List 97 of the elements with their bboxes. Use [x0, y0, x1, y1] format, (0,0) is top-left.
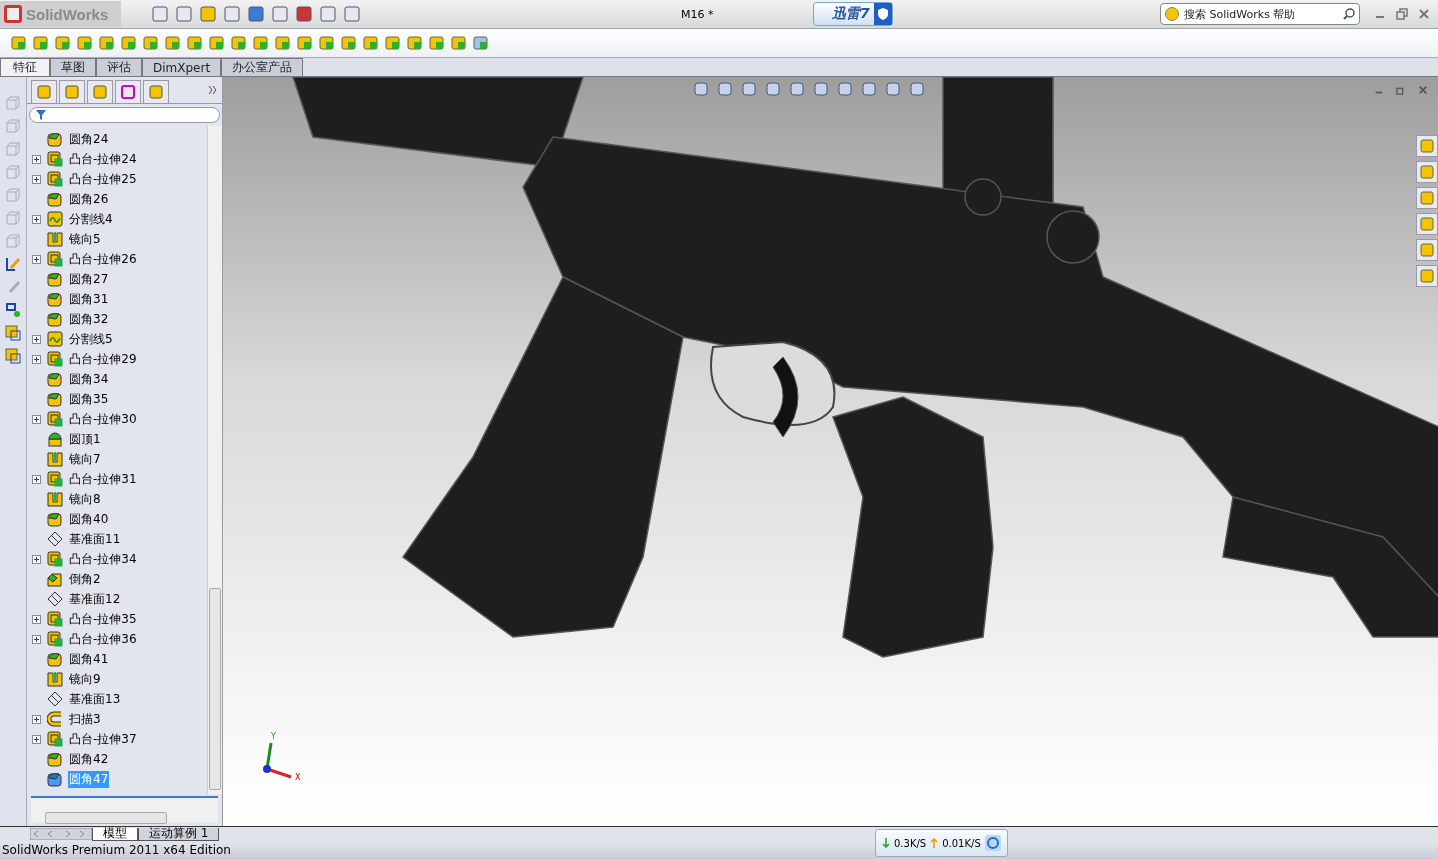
browser-icon[interactable]	[984, 835, 1001, 851]
tree-item[interactable]: 镜向7	[68, 450, 102, 468]
down-arrow-icon	[882, 838, 890, 848]
cube-icon[interactable]	[5, 95, 21, 111]
plane-icon	[47, 531, 63, 547]
plane-icon	[47, 591, 63, 607]
close-icon[interactable]	[1418, 8, 1430, 20]
tree-item[interactable]: 圆顶1	[68, 430, 102, 448]
expand-icon[interactable]	[32, 614, 41, 624]
tree-item[interactable]: 凸台-拉伸37	[68, 730, 138, 748]
plane-icon	[47, 691, 63, 707]
search-box[interactable]: 搜索 SolidWorks 帮助	[1160, 3, 1360, 25]
tab-navigation-icon[interactable]	[30, 828, 92, 840]
tree-item[interactable]: 圆角32	[68, 310, 110, 328]
app-name: SolidWorks	[26, 5, 109, 23]
expand-icon[interactable]	[32, 714, 41, 724]
expand-icon[interactable]	[32, 474, 41, 484]
filter-icon	[36, 110, 46, 120]
tree-item[interactable]: 圆角35	[68, 390, 110, 408]
panel-tab[interactable]	[115, 80, 141, 103]
tree-item[interactable]: 凸台-拉伸30	[68, 410, 138, 428]
tree-item[interactable]: 圆角34	[68, 370, 110, 388]
help-icon	[1165, 7, 1179, 21]
cube-icon[interactable]	[5, 141, 21, 157]
restore-icon[interactable]	[1396, 8, 1408, 20]
upload-speed: 0.01K/S	[942, 837, 981, 849]
document-title: M16 *	[681, 7, 715, 21]
expand-icon[interactable]	[32, 334, 41, 344]
tree-item[interactable]: 凸台-拉伸34	[68, 550, 138, 568]
chamfer-icon	[47, 571, 63, 587]
scrollbar[interactable]	[207, 126, 222, 794]
sketch-icon[interactable]	[5, 256, 21, 272]
expand-icon[interactable]	[32, 734, 41, 744]
tree-item[interactable]: 圆角27	[68, 270, 110, 288]
tree-item[interactable]: 圆角26	[68, 190, 110, 208]
expand-icon[interactable]	[32, 174, 41, 184]
cube-icon[interactable]	[5, 118, 21, 134]
expand-icon[interactable]	[32, 354, 41, 364]
cube-icon[interactable]	[5, 164, 21, 180]
status-text: SolidWorks Premium 2011 x64 Edition	[1, 843, 231, 857]
bottom-tab[interactable]: 运动算例 1	[138, 827, 220, 841]
close-icon[interactable]	[1418, 85, 1428, 95]
tree-item[interactable]: 凸台-拉伸35	[68, 610, 138, 628]
command-tab[interactable]: DimXpert	[142, 58, 222, 76]
panel-tab[interactable]	[31, 80, 57, 103]
command-tab[interactable]: 评估	[96, 58, 142, 76]
bottom-tab[interactable]: 模型	[92, 827, 138, 841]
panel-tab[interactable]	[143, 80, 169, 103]
tree-item[interactable]: 分割线5	[68, 330, 114, 348]
up-arrow-icon	[930, 838, 939, 848]
download-speed: 0.3K/S	[894, 837, 927, 849]
tree-item[interactable]: 圆角31	[68, 290, 110, 308]
command-tab[interactable]: 草图	[50, 58, 96, 76]
tree-item[interactable]: 凸台-拉伸36	[68, 630, 138, 648]
tree-item[interactable]: 倒角2	[68, 570, 102, 588]
expand-icon[interactable]	[32, 214, 41, 224]
panel-tab[interactable]	[59, 80, 85, 103]
tree-item[interactable]: 镜向9	[68, 670, 102, 688]
search-field[interactable]: 搜索 SolidWorks 帮助	[1182, 6, 1340, 22]
search-icon[interactable]	[1343, 8, 1355, 20]
relation-icon[interactable]	[5, 302, 21, 318]
tree-item[interactable]: 凸台-拉伸25	[68, 170, 138, 188]
expand-icon[interactable]	[32, 554, 41, 564]
restore-icon[interactable]	[1396, 85, 1406, 95]
filter-field[interactable]	[29, 107, 220, 123]
plugin-badge[interactable]: 迅雷7	[813, 2, 893, 26]
cube-icon[interactable]	[5, 210, 21, 226]
target-icon	[120, 84, 136, 100]
scrollbar[interactable]	[31, 796, 218, 822]
expand-icon[interactable]	[32, 154, 41, 164]
tree-item[interactable]: 镜向8	[68, 490, 102, 508]
tree-item[interactable]: 分割线4	[68, 210, 114, 228]
tree-item[interactable]: 圆角24	[68, 130, 110, 148]
command-tab[interactable]: 特征	[0, 58, 50, 76]
chevron-icon[interactable]	[208, 85, 218, 95]
tree-item[interactable]: 凸台-拉伸29	[68, 350, 138, 368]
tree-item[interactable]: 镜向5	[68, 230, 102, 248]
tree-item[interactable]: 扫描3	[68, 710, 102, 728]
panel-tab[interactable]	[87, 80, 113, 103]
tree-item[interactable]: 凸台-拉伸31	[68, 470, 138, 488]
logo-icon	[3, 4, 23, 24]
expand-icon[interactable]	[32, 634, 41, 644]
tree-item[interactable]: 圆角41	[68, 650, 110, 668]
cube-icon[interactable]	[5, 187, 21, 203]
tree-item[interactable]: 基准面13	[68, 690, 122, 708]
axis-triad-drawing: Y X	[257, 729, 307, 781]
expand-icon[interactable]	[32, 414, 41, 424]
expand-icon[interactable]	[32, 254, 41, 264]
tree-item[interactable]: 圆角40	[68, 510, 110, 528]
tree-item[interactable]: 凸台-拉伸26	[68, 250, 138, 268]
tree-item[interactable]: 基准面12	[68, 590, 122, 608]
tree-item[interactable]: 圆角42	[68, 750, 110, 768]
tree-item[interactable]: 基准面11	[68, 530, 122, 548]
shield-icon	[873, 3, 892, 25]
command-tab[interactable]: 办公室产品	[221, 58, 304, 76]
tree-item[interactable]: 凸台-拉伸24	[68, 150, 138, 168]
cube-icon[interactable]	[5, 233, 21, 249]
